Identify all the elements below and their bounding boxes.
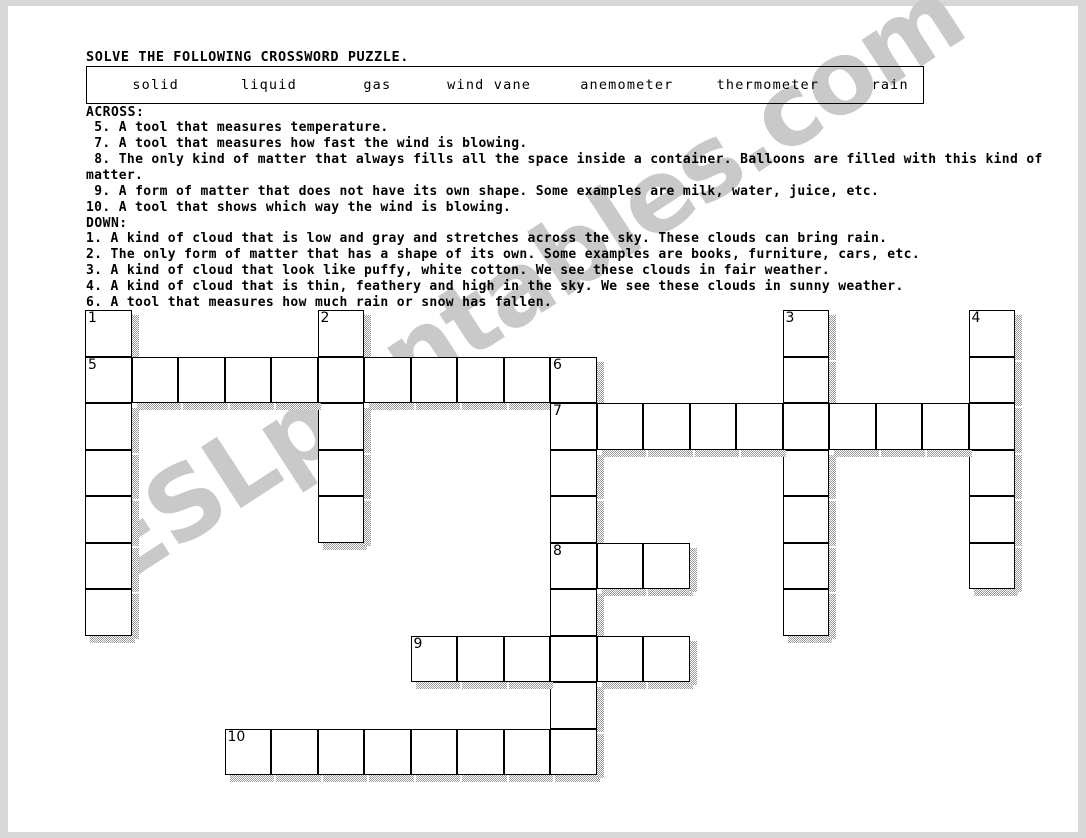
crossword-cell[interactable]: [689, 403, 739, 456]
cell-number: 6: [553, 356, 562, 373]
crossword-cell[interactable]: [968, 403, 1022, 452]
crossword-cell[interactable]: [178, 356, 227, 410]
crossword-cell[interactable]: [596, 542, 646, 596]
crossword-cell[interactable]: [317, 403, 371, 452]
crossword-cell[interactable]: [643, 635, 696, 689]
crossword-cell[interactable]: 1: [85, 310, 138, 359]
crossword-cell[interactable]: [782, 496, 836, 545]
crossword-cell[interactable]: [968, 542, 1022, 596]
cell-number: 4: [971, 310, 981, 326]
crossword-cell[interactable]: 4: [968, 310, 1022, 359]
crossword-cell[interactable]: [875, 403, 925, 456]
crossword-cell[interactable]: [457, 728, 506, 782]
crossword-cell[interactable]: [550, 496, 603, 545]
crossword-cell[interactable]: 5: [85, 356, 132, 403]
crossword-cell[interactable]: [131, 356, 181, 410]
crossword-cell[interactable]: 9: [410, 635, 460, 689]
cell-number: 8: [553, 542, 562, 559]
crossword-cell[interactable]: [503, 356, 553, 410]
crossword-cell[interactable]: [503, 635, 553, 689]
crossword-cell[interactable]: [85, 589, 138, 642]
crossword-cell[interactable]: [317, 496, 371, 549]
crossword-cell[interactable]: [782, 356, 836, 406]
crossword-cell[interactable]: [922, 403, 971, 456]
crossword-cell[interactable]: [85, 403, 138, 452]
crossword-cell[interactable]: 7: [550, 403, 597, 450]
crossword-cell[interactable]: [643, 542, 696, 596]
crossword-cell[interactable]: [643, 403, 692, 456]
crossword-cell[interactable]: [503, 728, 553, 782]
crossword-cell[interactable]: [85, 542, 138, 592]
crossword-cell[interactable]: 3: [782, 310, 836, 359]
crossword-cell[interactable]: [410, 728, 460, 782]
crossword-cell[interactable]: [364, 356, 413, 410]
crossword-cell[interactable]: [550, 682, 603, 731]
cell-number: 10: [227, 728, 246, 745]
crossword-cell[interactable]: [317, 728, 367, 782]
crossword-cell[interactable]: [782, 403, 829, 450]
crossword-cell[interactable]: [85, 496, 138, 545]
crossword-cell[interactable]: [85, 449, 138, 499]
crossword-cell[interactable]: 2: [317, 310, 371, 359]
crossword-cell[interactable]: [968, 356, 1022, 406]
crossword-cell[interactable]: [457, 356, 506, 410]
crossword-cell[interactable]: 6: [550, 356, 603, 406]
crossword-cell[interactable]: [829, 403, 878, 456]
crossword-cell[interactable]: [364, 728, 413, 782]
crossword-cell[interactable]: [550, 589, 603, 638]
crossword-cell[interactable]: [968, 496, 1022, 545]
crossword-cell[interactable]: [736, 403, 785, 456]
crossword-cell[interactable]: 10: [224, 728, 274, 782]
crossword-cell[interactable]: [271, 356, 320, 410]
crossword-grid[interactable]: 1 5 2 3 4 6 7 8 9 10: [0, 0, 1086, 838]
crossword-cell[interactable]: [410, 356, 460, 410]
crossword-cell[interactable]: [550, 449, 603, 499]
crossword-cell[interactable]: 8: [550, 542, 597, 589]
crossword-cell[interactable]: [317, 449, 371, 499]
cell-number: 5: [88, 356, 97, 373]
cell-number: 7: [553, 403, 562, 419]
crossword-cell[interactable]: [782, 542, 836, 592]
cell-number: 2: [320, 310, 330, 326]
crossword-cell[interactable]: [457, 635, 506, 689]
crossword-cell[interactable]: [224, 356, 274, 410]
cell-number: 9: [413, 635, 423, 652]
cell-number: 3: [785, 310, 795, 326]
crossword-cell[interactable]: [782, 589, 836, 642]
crossword-cell[interactable]: [271, 728, 320, 782]
crossword-cell[interactable]: [596, 403, 646, 456]
crossword-cell[interactable]: [550, 728, 603, 782]
cell-number: 1: [88, 310, 97, 326]
crossword-cell[interactable]: [550, 635, 597, 682]
crossword-cell[interactable]: [596, 635, 646, 689]
crossword-cell[interactable]: [317, 356, 364, 403]
crossword-cell[interactable]: [968, 449, 1022, 499]
crossword-cell[interactable]: [782, 449, 836, 499]
